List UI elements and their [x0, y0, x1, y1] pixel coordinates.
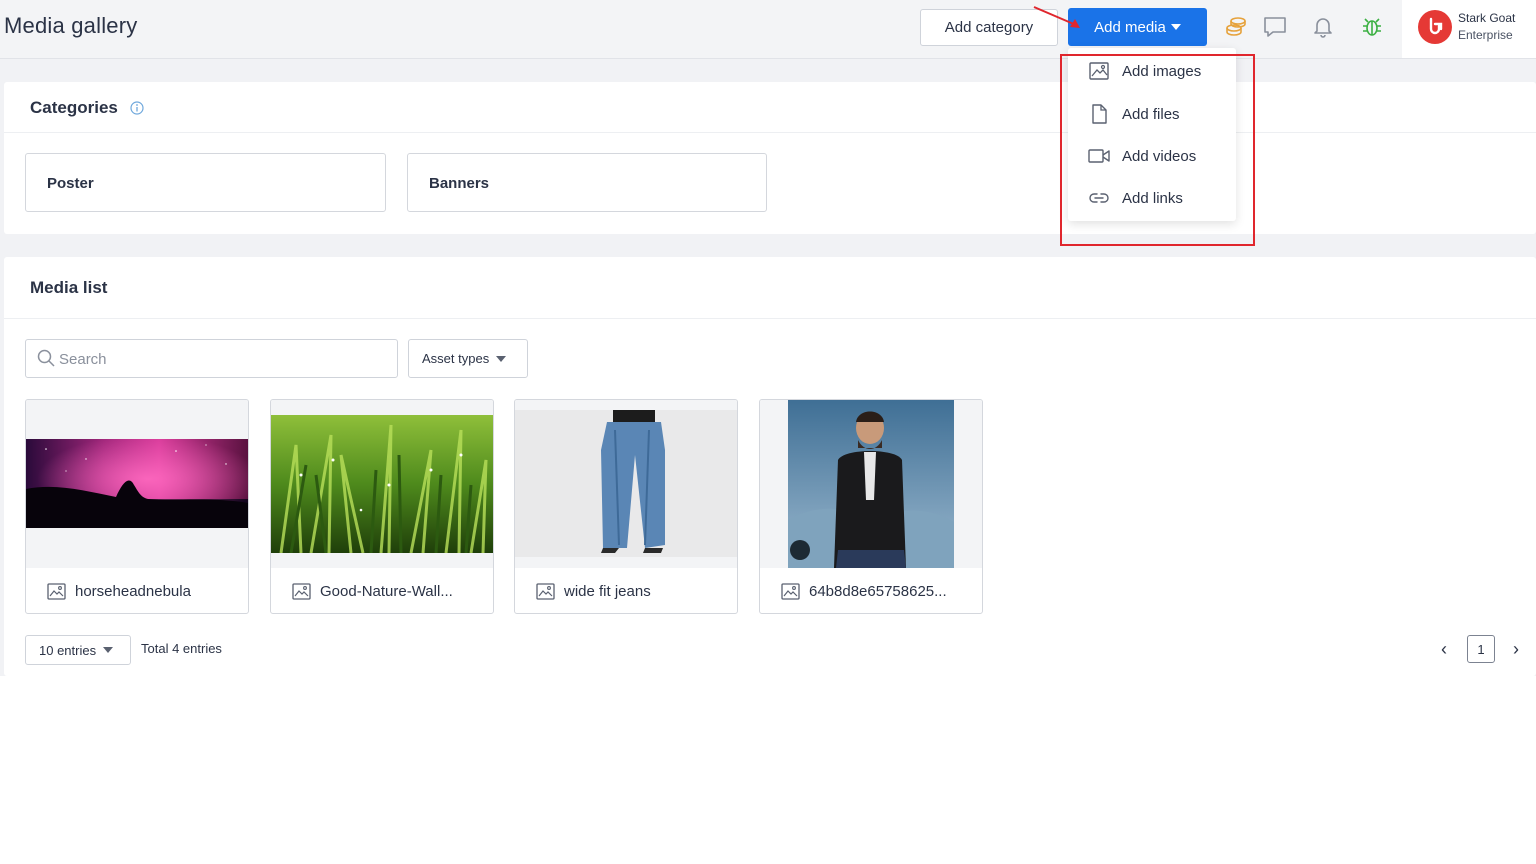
media-caption: 64b8d8e65758625... [760, 568, 982, 613]
menu-item-add-links[interactable]: Add links [1068, 177, 1236, 219]
chevron-down-icon [496, 355, 507, 362]
menu-item-label: Add links [1122, 189, 1183, 207]
next-page-button[interactable]: › [1508, 639, 1524, 659]
entries-label: 10 entries [39, 642, 97, 658]
image-icon [292, 582, 311, 600]
bug-icon[interactable] [1359, 14, 1385, 40]
menu-item-add-files[interactable]: Add files [1068, 93, 1236, 135]
grass-image [271, 415, 493, 553]
menu-item-add-images[interactable]: Add images [1068, 50, 1236, 92]
info-icon[interactable] [130, 101, 144, 115]
file-icon [1092, 104, 1107, 124]
menu-item-add-videos[interactable]: Add videos [1068, 135, 1236, 177]
media-list-header: Media list [4, 257, 1536, 319]
total-entries: Total 4 entries [141, 641, 222, 656]
image-icon [47, 582, 66, 600]
media-thumbnail [271, 400, 493, 568]
media-caption: horseheadnebula [26, 568, 248, 613]
user-org: Enterprise [1458, 28, 1513, 42]
media-list-title: Media list [30, 278, 108, 297]
media-caption: Good-Nature-Wall... [271, 568, 493, 613]
prev-page-button[interactable]: ‹ [1436, 639, 1452, 659]
link-icon [1089, 193, 1109, 203]
man-image [788, 400, 954, 568]
image-icon [1089, 62, 1109, 80]
media-name: 64b8d8e65758625... [809, 582, 947, 600]
asset-types-select[interactable]: Asset types [408, 339, 528, 378]
menu-item-label: Add images [1122, 62, 1202, 80]
video-icon [1088, 149, 1110, 163]
categories-card: Categories Poster Banners [4, 82, 1536, 234]
media-thumbnail [760, 400, 982, 568]
chevron-down-icon [1170, 24, 1181, 30]
entries-per-page-select[interactable]: 10 entries [25, 635, 131, 665]
image-icon [536, 582, 555, 600]
media-thumbnail [26, 400, 248, 568]
media-name: horseheadnebula [75, 582, 191, 600]
media-card-64b8d8e6[interactable]: 64b8d8e65758625... [759, 399, 983, 614]
top-header: Media gallery Add category Add media Sta… [0, 0, 1536, 59]
menu-item-label: Add videos [1122, 147, 1197, 165]
categories-header: Categories [4, 82, 1536, 133]
nebula-image [26, 439, 248, 528]
bell-icon[interactable] [1310, 14, 1336, 40]
add-media-dropdown: Add images Add files Add videos Add link… [1068, 48, 1236, 221]
category-poster[interactable]: Poster [25, 153, 386, 212]
page-title: Media gallery [4, 13, 138, 38]
user-name: Stark Goat [1458, 11, 1516, 25]
menu-item-label: Add files [1122, 105, 1180, 123]
media-caption: wide fit jeans [515, 568, 737, 613]
page-number-button[interactable]: 1 [1467, 635, 1495, 663]
avatar [1418, 10, 1452, 44]
asset-types-label: Asset types [422, 351, 490, 366]
annotation-arrow-icon [1033, 6, 1080, 28]
add-media-label: Add media [1094, 18, 1166, 36]
search-box [25, 339, 398, 378]
categories-title: Categories [30, 98, 118, 117]
media-card-good-nature[interactable]: Good-Nature-Wall... [270, 399, 494, 614]
add-media-button[interactable]: Add media [1068, 8, 1207, 46]
search-icon [37, 349, 55, 367]
category-banners[interactable]: Banners [407, 153, 767, 212]
search-input[interactable] [59, 348, 379, 370]
media-thumbnail [515, 400, 737, 568]
media-card-horseheadnebula[interactable]: horseheadnebula [25, 399, 249, 614]
jeans-image [515, 410, 737, 557]
media-card-wide-fit-jeans[interactable]: wide fit jeans [514, 399, 738, 614]
chat-icon[interactable] [1262, 14, 1288, 40]
brand-logo-icon [1429, 17, 1443, 35]
coins-icon[interactable] [1223, 14, 1249, 40]
image-icon [781, 582, 800, 600]
media-name: Good-Nature-Wall... [320, 582, 453, 600]
category-label: Poster [47, 175, 94, 192]
media-name: wide fit jeans [564, 582, 651, 600]
media-list-card: Media list Asset types [4, 257, 1536, 676]
app-root: Media gallery Add category Add media Sta… [0, 0, 1536, 864]
category-label: Banners [429, 175, 490, 192]
chevron-down-icon [103, 647, 114, 653]
user-menu[interactable]: Stark Goat Enterprise [1402, 0, 1536, 58]
